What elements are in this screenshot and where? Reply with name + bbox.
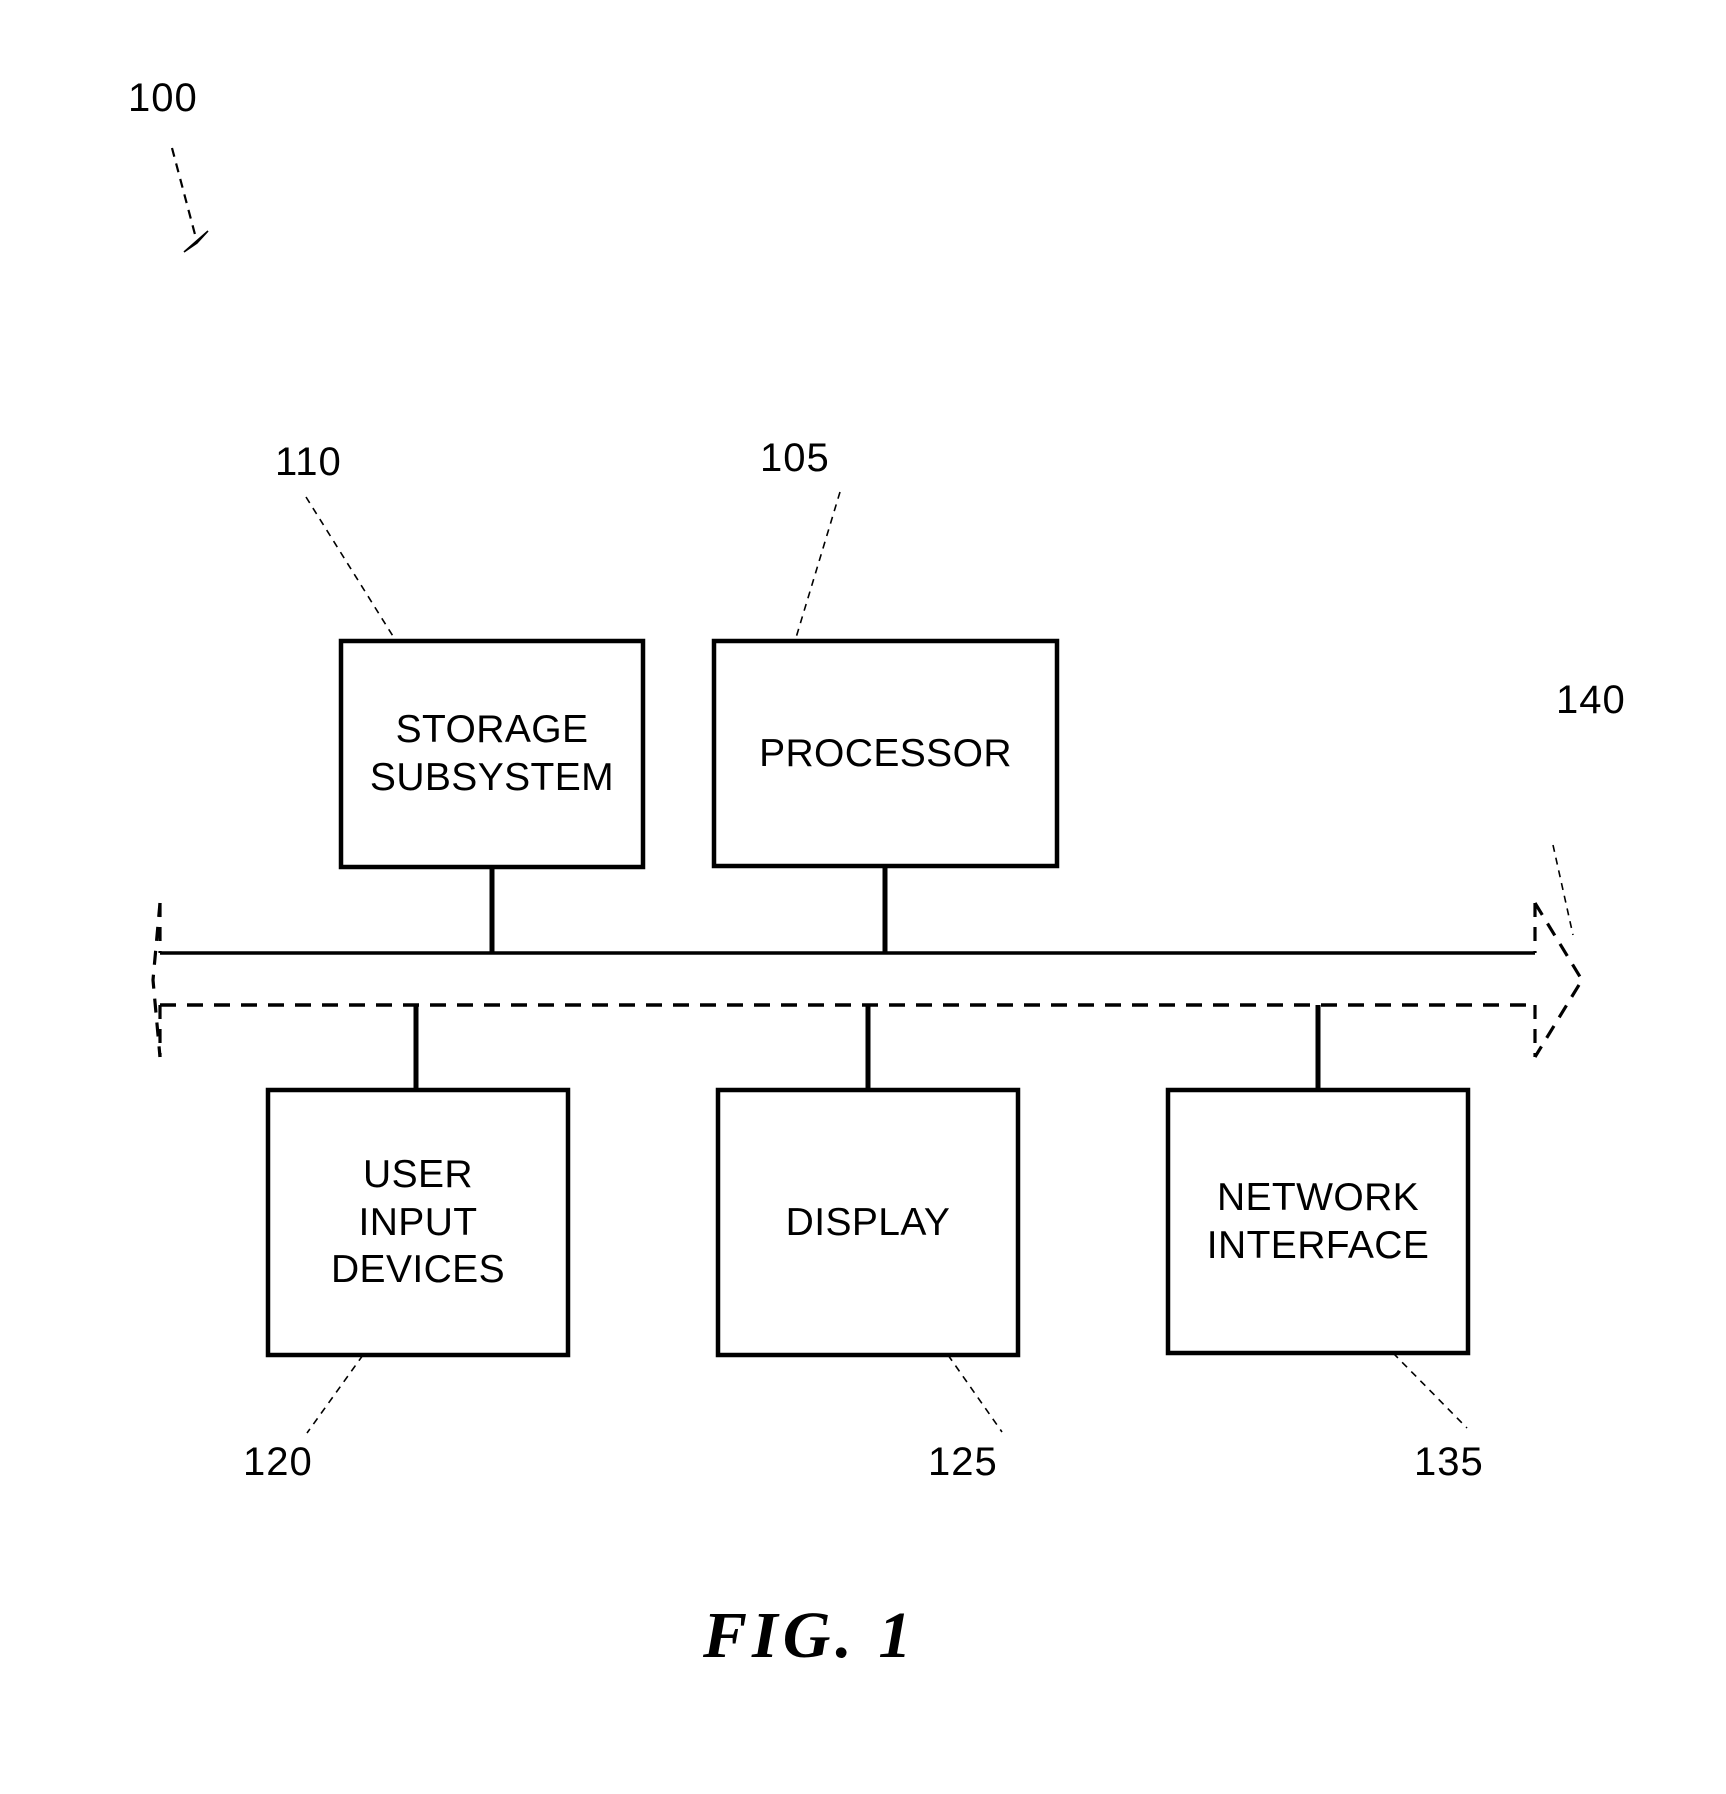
processor-ref-leader-line (794, 491, 841, 642)
storage-ref-leader-line (305, 496, 397, 642)
system-ref-arrowhead-icon (183, 230, 209, 253)
storage-subsystem-box[interactable] (338, 638, 646, 870)
storage-subsystem-block[interactable] (305, 496, 646, 953)
ref-numeral-120: 120 (243, 1440, 313, 1484)
ref-numeral-135: 135 (1414, 1440, 1484, 1484)
patent-figure-1: 100 110 105 140 120 125 135 STORAGE SUBS… (0, 0, 1726, 1794)
bus-right-arrowhead-icon (1533, 902, 1584, 1058)
user-input-devices-box[interactable] (265, 1087, 571, 1358)
figure-caption: FIG. 1 (703, 1599, 917, 1672)
network-interface-block[interactable] (1165, 1005, 1471, 1429)
network-interface-box[interactable] (1165, 1087, 1471, 1356)
ref-numeral-125: 125 (928, 1440, 998, 1484)
figure-drawing-canvas (151, 147, 1584, 1434)
system-ref-leader-line (170, 147, 199, 243)
ref-numeral-110: 110 (275, 440, 342, 484)
processor-box[interactable] (711, 638, 1060, 869)
user-input-ref-leader-line (306, 1354, 364, 1434)
display-ref-leader-line (947, 1354, 1003, 1433)
bus-ref-leader-line (1552, 844, 1574, 936)
processor-block[interactable] (711, 491, 1060, 953)
system-ref-leader-group (170, 147, 209, 253)
ref-numeral-100: 100 (128, 76, 198, 120)
display-box[interactable] (715, 1087, 1021, 1358)
network-ref-leader-line (1392, 1352, 1468, 1429)
user-input-devices-block[interactable] (265, 1005, 571, 1434)
ref-numeral-140: 140 (1556, 678, 1626, 722)
display-block[interactable] (715, 1005, 1021, 1433)
ref-numeral-105: 105 (760, 436, 830, 480)
